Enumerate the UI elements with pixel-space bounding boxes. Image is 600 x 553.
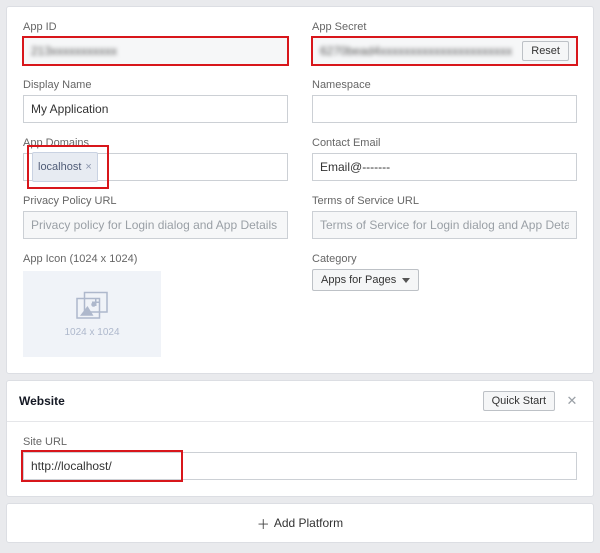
- app-settings-body: App ID 213xxxxxxxxxxx App Secret 6270bea…: [7, 7, 593, 373]
- row-name-namespace: Display Name Namespace: [23, 79, 577, 123]
- field-namespace: Namespace: [312, 79, 577, 123]
- category-value: Apps for Pages: [321, 274, 396, 286]
- namespace-label: Namespace: [312, 79, 577, 91]
- plus-icon: ＋: [257, 514, 270, 533]
- domain-tag: localhost ×: [32, 152, 98, 182]
- field-app-domains: App Domains localhost ×: [23, 137, 288, 181]
- app-secret-value-box: 6270bead4xxxxxxxxxxxxxxxxxxxxxx Reset: [312, 37, 577, 65]
- field-app-id: App ID 213xxxxxxxxxxx: [23, 21, 288, 65]
- privacy-url-input[interactable]: [23, 211, 288, 239]
- privacy-url-label: Privacy Policy URL: [23, 195, 288, 207]
- site-url-input[interactable]: [23, 452, 577, 480]
- reset-secret-button[interactable]: Reset: [522, 41, 569, 61]
- website-title: Website: [19, 394, 65, 408]
- website-header-actions: Quick Start ✕: [483, 391, 581, 411]
- field-app-icon: App Icon (1024 x 1024) 1024 x 1024: [23, 253, 288, 357]
- row-privacy-tos: Privacy Policy URL Terms of Service URL: [23, 195, 577, 239]
- remove-tag-icon[interactable]: ×: [85, 154, 91, 180]
- field-privacy-url: Privacy Policy URL: [23, 195, 288, 239]
- field-app-secret: App Secret 6270bead4xxxxxxxxxxxxxxxxxxxx…: [312, 21, 577, 65]
- add-platform-label: Add Platform: [274, 516, 343, 530]
- tos-url-input[interactable]: [312, 211, 577, 239]
- field-contact-email: Contact Email: [312, 137, 577, 181]
- image-placeholder-icon: [74, 291, 110, 321]
- field-site-url: Site URL: [23, 436, 577, 480]
- app-settings-panel: App ID 213xxxxxxxxxxx App Secret 6270bea…: [6, 6, 594, 374]
- app-id-label: App ID: [23, 21, 288, 33]
- contact-email-label: Contact Email: [312, 137, 577, 149]
- app-id-value-box: 213xxxxxxxxxxx: [23, 37, 288, 65]
- app-domains-input[interactable]: localhost ×: [23, 153, 288, 181]
- field-display-name: Display Name: [23, 79, 288, 123]
- site-url-label: Site URL: [23, 436, 577, 448]
- app-secret-value: 6270bead4xxxxxxxxxxxxxxxxxxxxxx: [320, 38, 512, 64]
- app-id-value: 213xxxxxxxxxxx: [31, 38, 117, 64]
- website-header: Website Quick Start ✕: [7, 381, 593, 422]
- namespace-input[interactable]: [312, 95, 577, 123]
- app-secret-label: App Secret: [312, 21, 577, 33]
- row-icon-category: App Icon (1024 x 1024) 1024 x 1024 Categ…: [23, 253, 577, 357]
- website-body: Site URL: [7, 422, 593, 496]
- add-platform-button[interactable]: ＋ Add Platform: [6, 503, 594, 543]
- close-icon[interactable]: ✕: [563, 392, 581, 410]
- tos-url-label: Terms of Service URL: [312, 195, 577, 207]
- contact-email-input[interactable]: [312, 153, 577, 181]
- chevron-down-icon: [402, 278, 410, 283]
- row-domains-contact: App Domains localhost × Contact Email: [23, 137, 577, 181]
- app-icon-caption: 1024 x 1024: [64, 327, 119, 338]
- domain-tag-highlight: localhost ×: [28, 146, 108, 188]
- website-panel: Website Quick Start ✕ Site URL: [6, 380, 594, 497]
- field-category: Category Apps for Pages: [312, 253, 577, 357]
- quick-start-button[interactable]: Quick Start: [483, 391, 555, 411]
- field-tos-url: Terms of Service URL: [312, 195, 577, 239]
- domain-tag-text: localhost: [38, 154, 81, 180]
- display-name-input[interactable]: [23, 95, 288, 123]
- display-name-label: Display Name: [23, 79, 288, 91]
- app-icon-label: App Icon (1024 x 1024): [23, 253, 288, 265]
- app-icon-upload[interactable]: 1024 x 1024: [23, 271, 161, 357]
- category-label: Category: [312, 253, 577, 265]
- category-dropdown[interactable]: Apps for Pages: [312, 269, 419, 291]
- row-id-secret: App ID 213xxxxxxxxxxx App Secret 6270bea…: [23, 21, 577, 65]
- site-url-wrap: [23, 452, 577, 480]
